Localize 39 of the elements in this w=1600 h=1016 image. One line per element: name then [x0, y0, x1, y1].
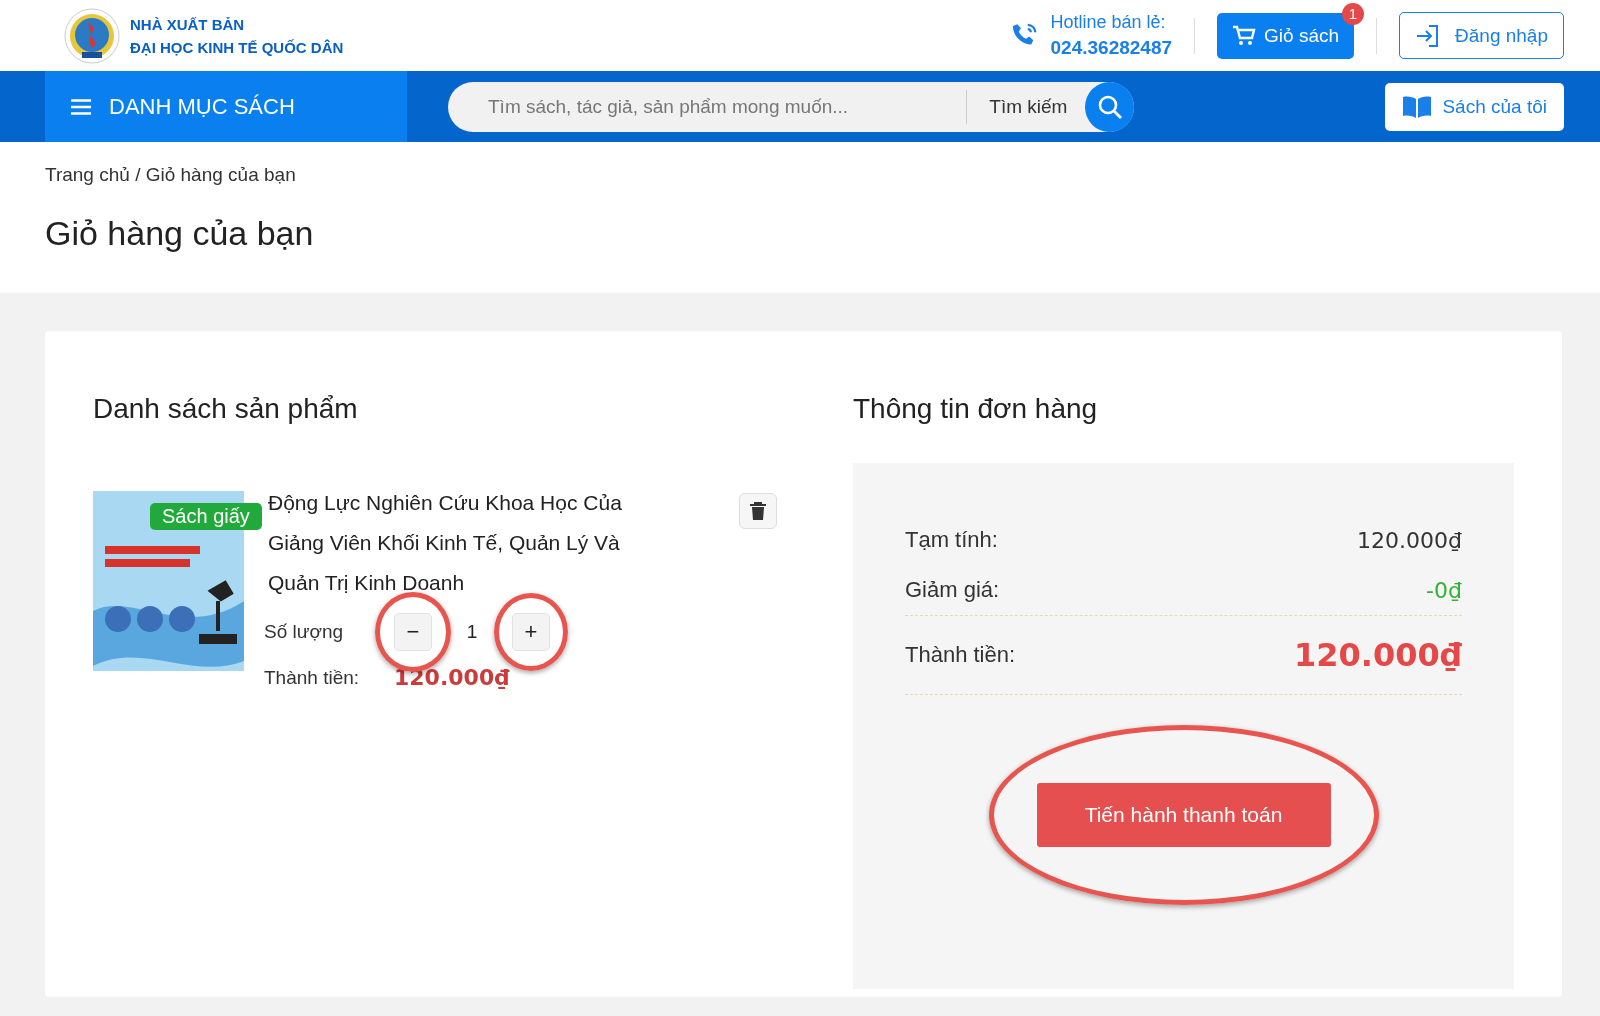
- hotline-number[interactable]: 024.36282487: [1050, 37, 1173, 59]
- search-icon-button[interactable]: [1085, 81, 1134, 132]
- publisher-name: NHÀ XUẤT BẢN: [130, 14, 246, 35]
- summary-label: Giảm giá:: [905, 577, 1000, 603]
- logo-emblem-icon: [64, 7, 120, 64]
- summary-label: Thành tiền:: [905, 642, 1016, 668]
- my-books-button[interactable]: Sách của tôi: [1385, 82, 1564, 131]
- breadcrumb-separator: /: [135, 164, 141, 185]
- book-icon: [1402, 94, 1433, 119]
- subtotal-label: Thành tiền:: [264, 666, 361, 689]
- login-button[interactable]: Đăng nhập: [1399, 12, 1564, 59]
- trash-icon: [750, 502, 766, 520]
- cart-count-badge: 1: [1342, 2, 1365, 25]
- page-title: Giỏ hàng của bạn: [45, 214, 315, 253]
- category-menu-button[interactable]: DANH MỤC SÁCH: [45, 71, 407, 142]
- checkout-button[interactable]: Tiến hành thanh toán: [1036, 783, 1331, 847]
- breadcrumb-link[interactable]: Giỏ hàng của bạn: [145, 164, 296, 185]
- decrease-button[interactable]: −: [394, 613, 432, 651]
- menu-icon: [71, 98, 91, 115]
- format-badge: Sách giấy: [150, 503, 262, 530]
- product-title[interactable]: Động Lực Nghiên Cứu Khoa Học Của Giảng Viên Khối Kinh Tế, Quản Lý Và Quản Trị Kinh Doanh: [268, 483, 668, 603]
- summary-value: 120.000₫: [1357, 527, 1462, 553]
- section-heading: Thông tin đơn hàng: [853, 393, 1099, 425]
- summary-label: Tạm tính:: [905, 527, 998, 553]
- search-button[interactable]: Tìm kiếm: [967, 95, 1086, 118]
- quantity-value: 1: [465, 621, 479, 643]
- summary-value: 120.000₫: [1294, 636, 1462, 674]
- breadcrumb-link[interactable]: Trang chủ: [45, 164, 130, 185]
- quantity-label: Số lượng: [264, 621, 345, 643]
- search-icon: [1096, 93, 1123, 120]
- search-field[interactable]: Tìm sách, tác giả, sản phẩm mong muốn... Tìm kiếm: [448, 81, 1134, 132]
- subtotal-value: 120.000₫: [394, 665, 510, 690]
- summary-value: -0₫: [1426, 577, 1462, 603]
- section-heading: Danh sách sản phẩm: [93, 393, 359, 425]
- publisher-name: ĐẠI HỌC KINH TẾ QUỐC DÂN: [130, 37, 344, 58]
- delete-button[interactable]: [739, 493, 777, 529]
- hotline-label: Hotline bán lẻ:: [1050, 12, 1167, 33]
- cart-icon: [1232, 24, 1257, 47]
- increase-button[interactable]: +: [512, 613, 550, 651]
